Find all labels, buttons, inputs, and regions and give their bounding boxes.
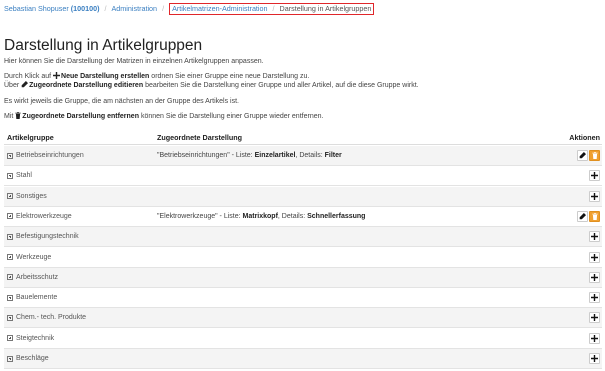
group-label: Beschläge bbox=[16, 355, 49, 362]
group-label: Chem.- tech. Produkte bbox=[16, 314, 87, 322]
plus-icon bbox=[53, 72, 61, 79]
pencil-icon bbox=[21, 81, 29, 88]
page-title: Darstellung in Artikelgruppen bbox=[4, 37, 203, 54]
group-label: Sonstiges bbox=[16, 192, 47, 200]
assigned-display: "Elektrowerkzeuge" - Liste: Matrixkopf, … bbox=[157, 212, 366, 220]
group-label: Stahl bbox=[16, 172, 32, 180]
table-row: Arbeitsschutz bbox=[4, 267, 602, 288]
expand-icon[interactable] bbox=[7, 193, 13, 200]
intro-text: Hier können Sie die Darstellung der Matr… bbox=[4, 58, 264, 65]
expand-icon[interactable] bbox=[7, 335, 13, 342]
group-name: Stahl bbox=[7, 172, 32, 179]
breadcrumb-matrix-admin-link[interactable]: Artikelmatrizen-Administration bbox=[172, 4, 267, 13]
expand-icon[interactable] bbox=[7, 213, 13, 220]
expand-icon[interactable] bbox=[7, 172, 13, 179]
breadcrumb-separator: / bbox=[104, 4, 107, 13]
help-edit: Über Zugeordnete Darstellung editieren b… bbox=[4, 81, 419, 89]
add-display-button[interactable] bbox=[589, 170, 600, 182]
group-name: Bauelemente bbox=[7, 294, 57, 301]
breadcrumb-highlight-box: Artikelmatrizen-Administration / Darstel… bbox=[169, 2, 375, 15]
help-create: Durch Klick auf Neue Darstellung erstell… bbox=[4, 72, 310, 80]
table-row: Elektrowerkzeuge "Elektrowerkzeuge" - Lis… bbox=[4, 207, 602, 227]
add-display-button[interactable] bbox=[589, 292, 600, 304]
help-remove: Mit Zugeordnete Darstellung entfernen kö… bbox=[4, 112, 324, 120]
edit-display-button[interactable] bbox=[577, 210, 588, 222]
header-zugeordnete-darstellung: Zugeordnete Darstellung bbox=[157, 133, 243, 142]
group-name: Werkzeuge bbox=[7, 254, 51, 261]
breadcrumb-separator: / bbox=[162, 4, 165, 13]
expand-icon[interactable] bbox=[7, 355, 13, 362]
group-name: Beschläge bbox=[7, 355, 49, 362]
add-display-button[interactable] bbox=[589, 353, 600, 364]
table-row: Beschläge bbox=[4, 349, 602, 369]
group-label: Bauelemente bbox=[16, 294, 58, 302]
group-name: Elektrowerkzeuge bbox=[7, 213, 72, 220]
add-display-button[interactable] bbox=[589, 312, 600, 324]
group-label: Werkzeuge bbox=[16, 253, 52, 261]
group-label: Arbeitsschutz bbox=[16, 273, 59, 281]
table-row: Befestigungstechnik bbox=[4, 227, 602, 248]
add-display-button[interactable] bbox=[589, 251, 600, 263]
table-row: Werkzeuge bbox=[4, 248, 602, 268]
group-label: Befestigungstechnik bbox=[16, 233, 79, 241]
group-name: Sonstiges bbox=[7, 193, 47, 200]
help-nearest: Es wirkt jeweils die Gruppe, die am näch… bbox=[4, 98, 239, 105]
edit-display-button[interactable] bbox=[577, 150, 588, 161]
breadcrumb-user-link[interactable]: Sebastian Shopuser (100100) bbox=[4, 4, 100, 13]
table-row: Steigtechnik bbox=[4, 329, 602, 349]
add-display-button[interactable] bbox=[589, 231, 600, 243]
header-aktionen: Aktionen bbox=[569, 133, 600, 142]
expand-icon[interactable] bbox=[7, 294, 13, 301]
table-row: Chem.- tech. Produkte bbox=[4, 308, 602, 329]
breadcrumb: Sebastian Shopuser (100100) / Administra… bbox=[4, 2, 375, 15]
expand-icon[interactable] bbox=[7, 152, 13, 159]
add-display-button[interactable] bbox=[589, 332, 600, 344]
group-label: Steigtechnik bbox=[16, 334, 55, 342]
table-row: Sonstiges bbox=[4, 186, 602, 207]
expand-icon[interactable] bbox=[7, 314, 13, 321]
header-artikelgruppe: Artikelgruppe bbox=[7, 133, 54, 142]
delete-display-button[interactable] bbox=[589, 150, 600, 161]
group-name: Chem.- tech. Produkte bbox=[7, 314, 86, 321]
group-name: Steigtechnik bbox=[7, 335, 54, 342]
assigned-display: "Betriebseinrichtungen" - Liste: Einzela… bbox=[157, 152, 342, 159]
trash-icon bbox=[15, 112, 22, 119]
breadcrumb-current: Darstellung in Artikelgruppen bbox=[279, 4, 372, 13]
group-name: Befestigungstechnik bbox=[7, 233, 79, 240]
expand-icon[interactable] bbox=[7, 233, 13, 240]
group-name: Arbeitsschutz bbox=[7, 274, 58, 281]
expand-icon[interactable] bbox=[7, 274, 13, 281]
add-display-button[interactable] bbox=[589, 190, 600, 202]
table-row: Bauelemente bbox=[4, 288, 602, 309]
delete-display-button[interactable] bbox=[589, 210, 600, 222]
add-display-button[interactable] bbox=[589, 271, 600, 283]
group-label: Elektrowerkzeuge bbox=[16, 212, 72, 220]
table-row: Betriebseinrichtungen "Betriebseinrichtun… bbox=[4, 146, 602, 166]
breadcrumb-separator: / bbox=[272, 4, 275, 13]
group-label: Betriebseinrichtungen bbox=[16, 152, 84, 159]
expand-icon[interactable] bbox=[7, 254, 13, 260]
table-header: Artikelgruppe Zugeordnete Darstellung Ak… bbox=[4, 129, 602, 145]
table-row: Stahl bbox=[4, 166, 602, 187]
group-name: Betriebseinrichtungen bbox=[7, 152, 84, 159]
breadcrumb-administration-link[interactable]: Administration bbox=[112, 4, 158, 13]
